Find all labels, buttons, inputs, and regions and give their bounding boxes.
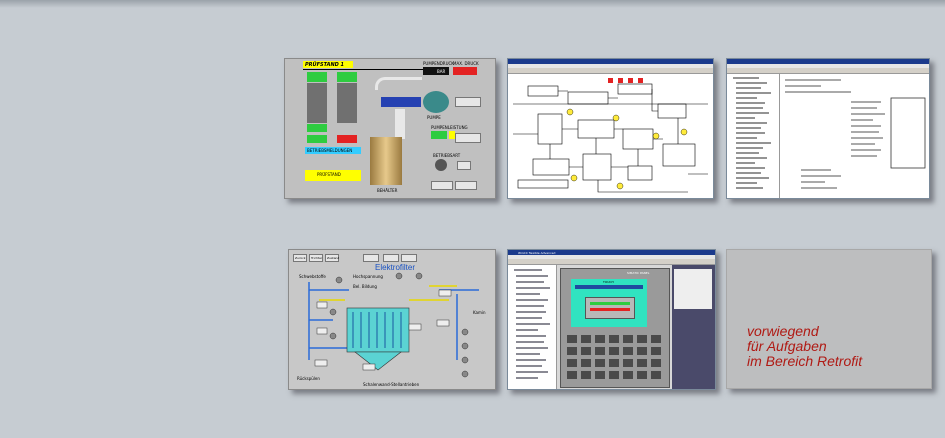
tree-lines [733,77,771,189]
thumbnail-schematic[interactable] [507,58,714,199]
pruefstand-label: PRÜFSTAND [317,172,341,177]
project-tree[interactable] [727,74,780,198]
panel-keys [567,335,661,379]
dialog-green [590,302,630,305]
mode-button[interactable] [457,161,471,170]
panel-frame: SIMATIC PANEL TOUCH [560,268,670,388]
dialog-red [590,308,630,311]
retrofit-caption: vorwiegend für Aufgaben im Bereich Retro… [747,324,862,369]
touch-label: TOUCH [603,280,614,284]
process-diagram [308,272,479,378]
pumpenleistung-label: PUMPENLEISTUNG [431,125,468,130]
caption-line-2: für Aufgaben [747,338,827,354]
project-tree[interactable] [508,265,557,389]
top-shade [0,0,945,8]
editor-pane[interactable] [781,74,929,198]
thumbnail-elektrofilter[interactable]: Zurück Trichter Zustand Elektrofilter Ho… [288,249,496,390]
betriebsmeldungen: BETRIEBSMELDUNGEN [307,148,353,153]
screen-dialog [585,297,635,319]
behaelter-label: BEHÄLTER [377,188,398,193]
pumpe-label: PUMPE [427,115,441,120]
screen-header [575,285,643,289]
tank [370,137,402,185]
status-red [337,135,357,143]
pipe-top [375,77,422,90]
leistung-indicator [449,131,455,139]
bottom-button-1[interactable] [431,181,453,190]
caption-line-3: im Bereich Retrofit [747,353,863,369]
leistung-display [431,131,447,139]
thumbnail-wincc[interactable]: WinCC flexible Advanced SIMATIC PANEL TO… [507,249,716,390]
gauge-2 [337,83,357,123]
thumbnail-caption: vorwiegend für Aufgaben im Bereich Retro… [726,249,932,389]
touch-screen[interactable]: TOUCH [571,279,647,327]
bottom-button-2[interactable] [455,181,477,190]
tree-lines [514,269,550,379]
pump-motor [423,91,449,113]
pumpendruck-label: PUMPENDRUCK [423,61,454,66]
button-2[interactable] [455,133,481,143]
caption-line-1: vorwiegend [747,323,819,339]
status-green-3 [307,124,327,132]
status-green-1 [307,72,327,82]
pipe-down [395,109,405,139]
bar-unit: BAR [437,69,446,74]
status-green-2 [337,72,357,82]
mode-selector[interactable] [435,159,447,171]
panel-label: SIMATIC PANEL [627,271,650,275]
gauge-1 [307,83,327,123]
title-bar: PRÜFSTAND 1 [303,61,353,68]
max-druck-label: MAX. DRUCK [453,61,479,66]
valve-blue [381,97,421,107]
pruefstand-box: PRÜFSTAND [305,170,361,181]
status-green-4 [307,135,327,143]
thumbnail-pruefstand[interactable]: PRÜFSTAND 1 BETRIEBSMELDUNGEN PRÜFSTAND … [284,58,496,199]
pressure-display: BAR [423,67,449,75]
side-pane[interactable] [672,265,715,389]
betriebsart-label: BETRIEBSART [433,153,461,158]
title: PRÜFSTAND 1 [305,62,345,68]
schematic-drawing [513,78,708,193]
side-pane-list [674,269,712,309]
thumbnail-code-editor[interactable] [726,58,930,199]
max-pressure-display [453,67,477,75]
title-underline [303,69,433,70]
code-lines [785,79,926,189]
button-1[interactable] [455,97,481,107]
betriebsmeldungen-bar: BETRIEBSMELDUNGEN [305,147,361,154]
